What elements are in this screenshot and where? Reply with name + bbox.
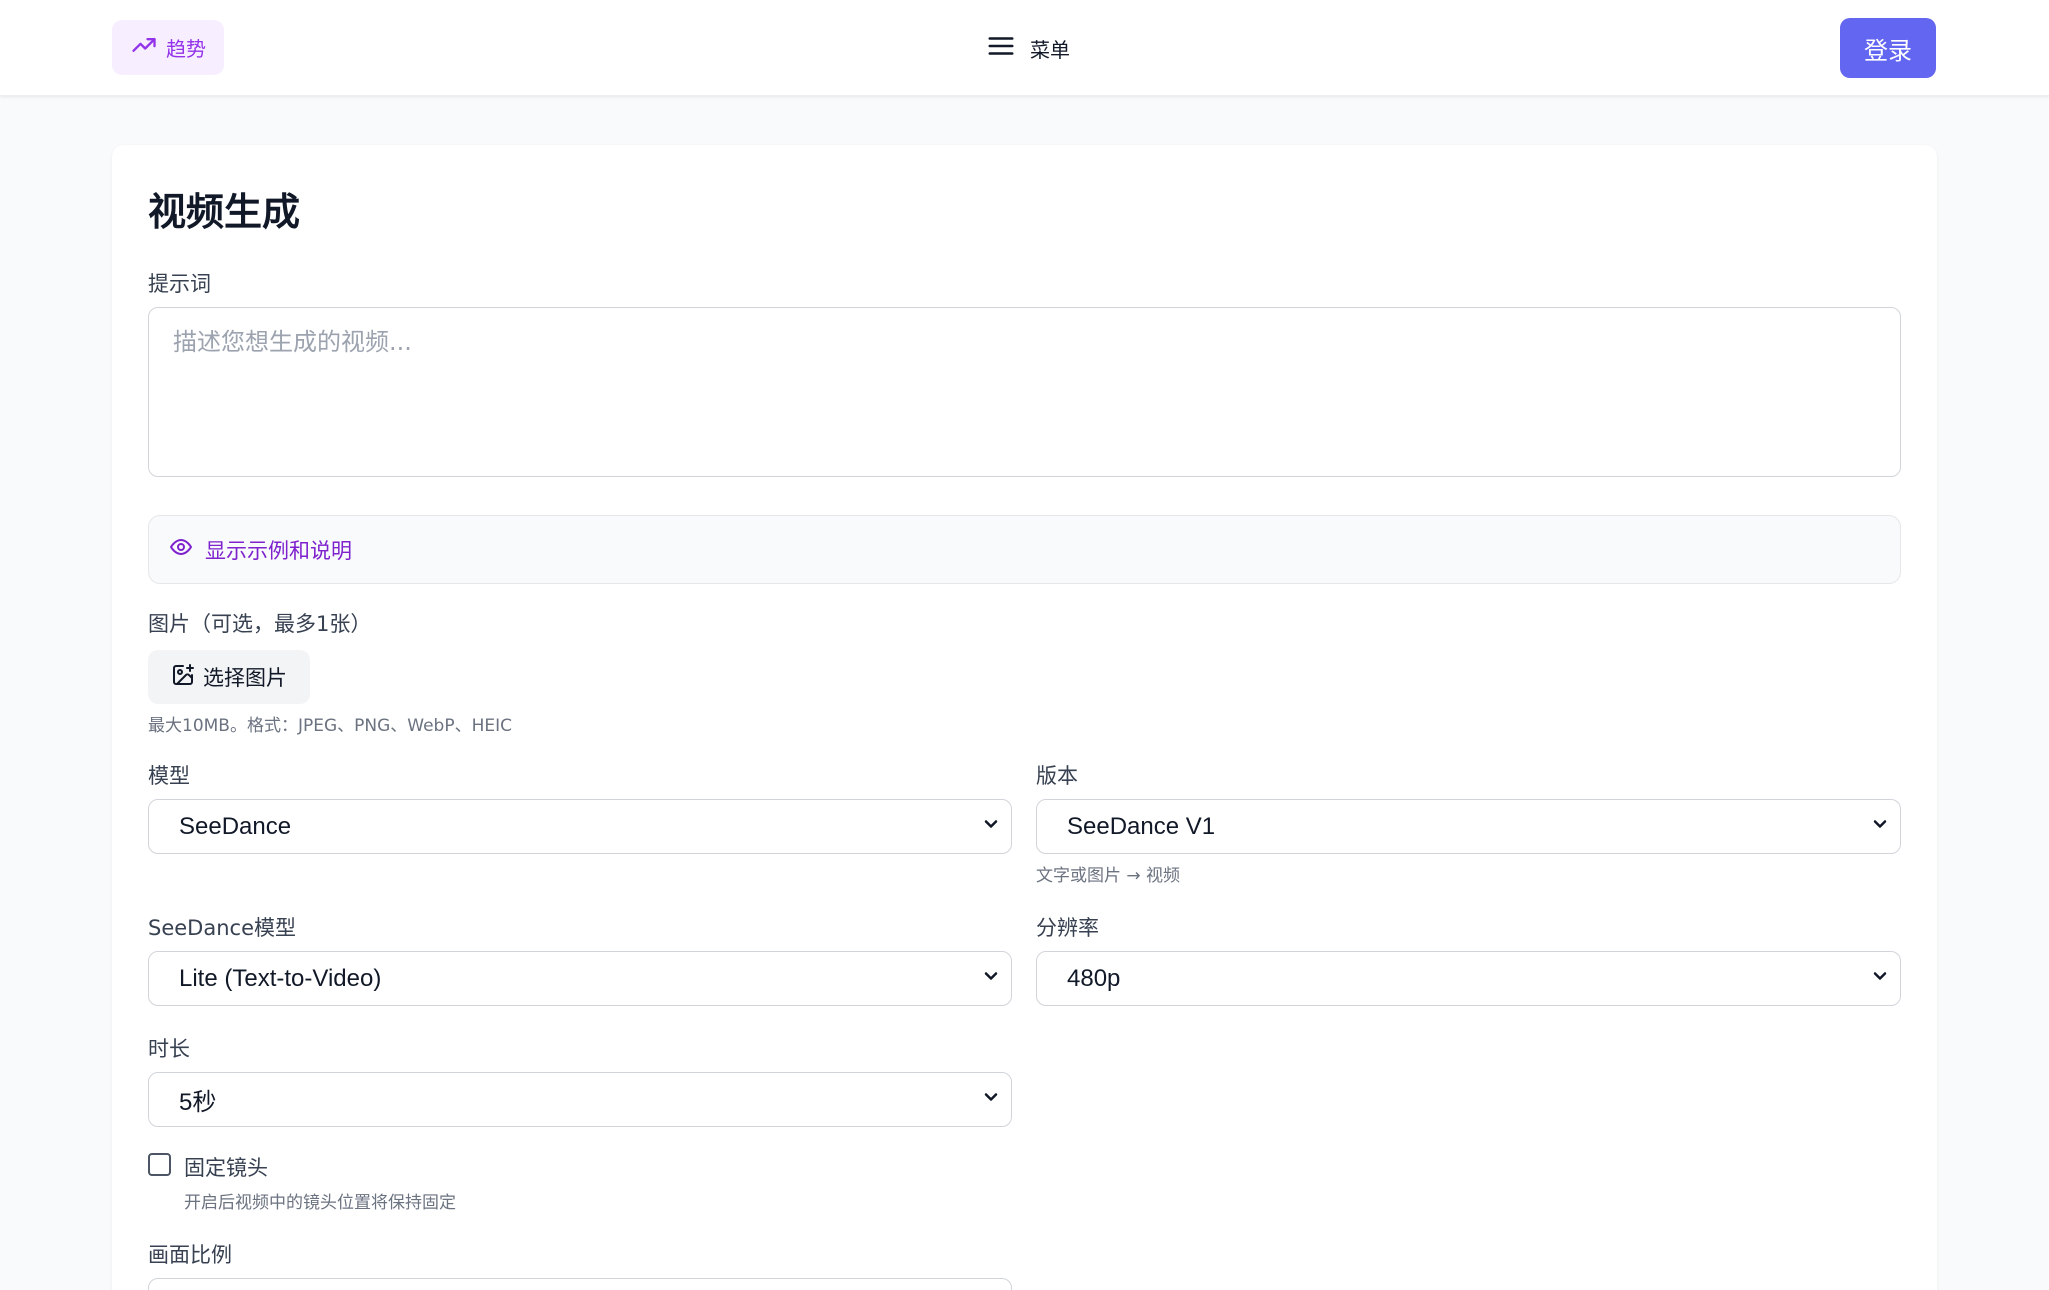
choose-image-button[interactable]: 选择图片: [148, 650, 310, 704]
version-select-value: SeeDance V1: [1067, 812, 1216, 840]
login-button[interactable]: 登录: [1840, 18, 1936, 78]
duration-select-value: 5秒: [179, 1089, 217, 1116]
version-hint: 文字或图片 → 视频: [1036, 866, 1181, 886]
seedance-model-select-value: Lite (Text-to-Video): [179, 964, 382, 992]
resolution-label: 分辨率: [1036, 916, 1099, 940]
model-select[interactable]: SeeDance: [148, 799, 1012, 854]
menu-label: 菜单: [1030, 37, 1070, 62]
seedance-model-select[interactable]: Lite (Text-to-Video): [148, 951, 1012, 1006]
prompt-textarea[interactable]: 描述您想生成的视频...: [148, 307, 1901, 477]
version-label: 版本: [1036, 764, 1078, 788]
model-select-value: SeeDance: [179, 812, 292, 840]
aspect-ratio-label: 画面比例: [148, 1243, 232, 1267]
image-format-hint: 最大10MB。格式：JPEG、PNG、WebP、HEIC: [148, 716, 513, 736]
hamburger-menu-icon: [986, 31, 1016, 66]
chevron-down-icon: [981, 1086, 1001, 1114]
version-select[interactable]: SeeDance V1: [1036, 799, 1901, 854]
video-generation-card: 视频生成 提示词 描述您想生成的视频... 显示示例和说明 图片（可选，最多1张…: [112, 145, 1937, 1290]
fixed-camera-label: 固定镜头: [184, 1156, 268, 1180]
resolution-select[interactable]: 480p: [1036, 951, 1901, 1006]
prompt-label: 提示词: [148, 272, 211, 296]
duration-label: 时长: [148, 1037, 190, 1061]
page-title: 视频生成: [148, 190, 301, 234]
resolution-select-value: 480p: [1067, 964, 1121, 992]
fixed-camera-checkbox[interactable]: [148, 1153, 171, 1176]
top-navigation-bar: 趋势 菜单 登录: [0, 0, 2049, 96]
chevron-down-icon: [1870, 965, 1890, 993]
eye-icon: [169, 535, 193, 564]
aspect-ratio-select[interactable]: [148, 1278, 1012, 1290]
choose-image-label: 选择图片: [203, 666, 287, 690]
trend-button[interactable]: 趋势: [112, 20, 224, 75]
chevron-down-icon: [1870, 813, 1890, 841]
show-examples-label: 显示示例和说明: [205, 538, 352, 563]
chevron-down-icon: [981, 965, 1001, 993]
image-label: 图片（可选，最多1张）: [148, 612, 372, 636]
model-label: 模型: [148, 764, 190, 788]
image-plus-icon: [171, 663, 195, 692]
menu-button[interactable]: 菜单: [986, 28, 1070, 68]
seedance-model-label: SeeDance模型: [148, 916, 296, 940]
duration-select[interactable]: 5秒: [148, 1072, 1012, 1127]
trend-label: 趋势: [166, 37, 206, 61]
show-examples-toggle[interactable]: 显示示例和说明: [148, 515, 1901, 584]
trending-up-icon: [130, 31, 158, 64]
chevron-down-icon: [981, 813, 1001, 841]
fixed-camera-hint: 开启后视频中的镜头位置将保持固定: [184, 1193, 456, 1213]
